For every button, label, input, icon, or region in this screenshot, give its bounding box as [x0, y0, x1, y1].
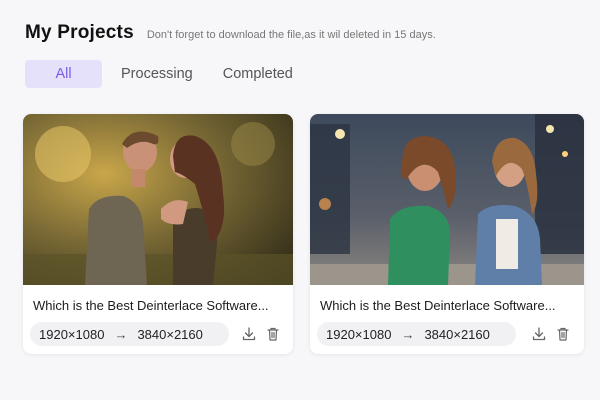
trash-icon[interactable] [555, 326, 571, 342]
page-header: My Projects Don't forget to download the… [25, 22, 436, 44]
filter-tabs: All Processing Completed [25, 60, 293, 88]
project-title[interactable]: Which is the Best Deinterlace Software..… [33, 298, 285, 313]
project-title[interactable]: Which is the Best Deinterlace Software..… [320, 298, 576, 313]
page-title: My Projects [25, 22, 134, 43]
resolution-badge: 1920×1080 → 3840×2160 [30, 322, 229, 346]
trash-icon[interactable] [265, 326, 281, 342]
tab-processing[interactable]: Processing [121, 60, 193, 88]
download-icon[interactable] [241, 326, 257, 342]
target-resolution: 3840×2160 [424, 326, 490, 342]
project-thumbnail[interactable] [310, 114, 584, 285]
arrow-right-icon: → [401, 326, 415, 342]
tab-all[interactable]: All [25, 60, 102, 88]
source-resolution: 1920×1080 [39, 326, 105, 342]
project-card[interactable]: Which is the Best Deinterlace Software..… [310, 114, 584, 354]
deletion-notice: Don't forget to download the file,as it … [146, 29, 436, 41]
download-icon[interactable] [531, 326, 547, 342]
resolution-badge: 1920×1080 → 3840×2160 [317, 322, 516, 346]
project-card[interactable]: Which is the Best Deinterlace Software..… [23, 114, 293, 354]
target-resolution: 3840×2160 [137, 326, 203, 342]
source-resolution: 1920×1080 [326, 326, 392, 342]
tab-completed[interactable]: Completed [223, 60, 293, 88]
project-thumbnail[interactable] [23, 114, 293, 285]
arrow-right-icon: → [114, 326, 128, 342]
